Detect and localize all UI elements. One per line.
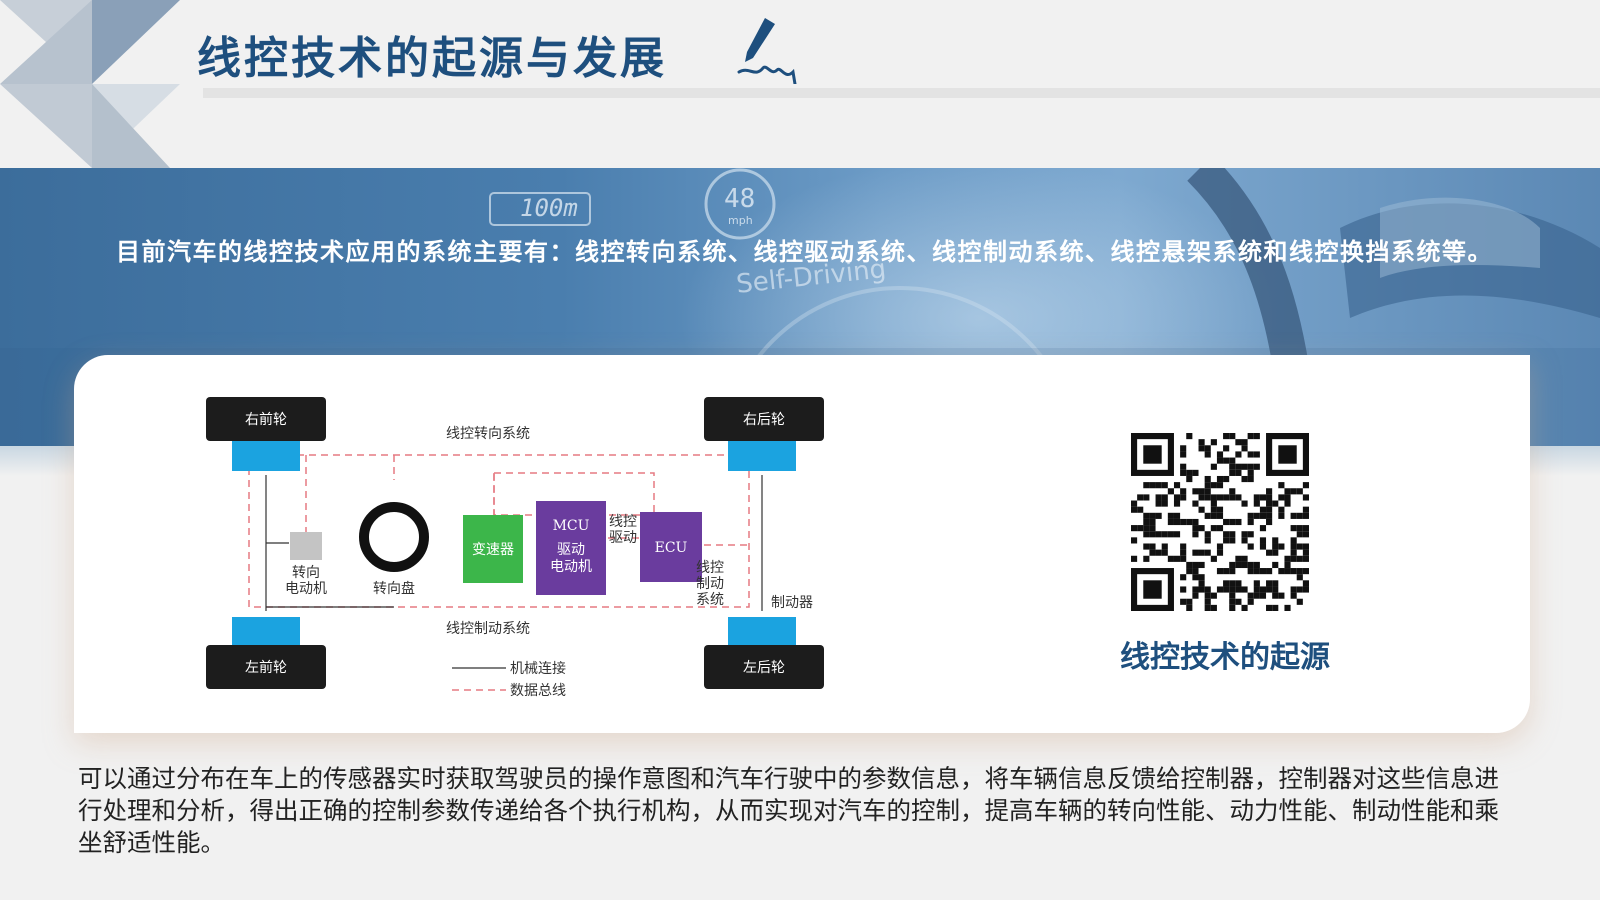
label-mcu-2: 驱动 (557, 542, 585, 558)
label-brake-ctrl-2: 制动 (696, 576, 724, 592)
banner-speed-unit: mph (728, 214, 753, 227)
label-mcu-3: 电动机 (550, 559, 592, 575)
title-underline (203, 88, 1600, 98)
label-legend-mech: 机械连接 (510, 660, 566, 677)
label-gearbox: 变速器 (472, 542, 514, 558)
banner-speed-gauge: 48 (724, 184, 756, 214)
wheel-rear-right (704, 397, 824, 471)
wheel-front-left (206, 617, 326, 689)
qr-caption: 线控技术的起源 (1120, 640, 1330, 675)
label-drive-1: 线控 (609, 514, 637, 530)
page-title: 线控技术的起源与发展 (197, 33, 667, 84)
label-wheel-rr: 右后轮 (743, 412, 785, 428)
wheel-rear-left (704, 617, 824, 689)
label-mcu-1: MCU (553, 518, 590, 534)
qr-code (1131, 433, 1309, 611)
wheel-front-right (206, 397, 326, 471)
pen-signature-icon (737, 18, 797, 84)
banner-speed-sign: 100m (520, 194, 578, 222)
label-brake: 制动器 (771, 595, 813, 611)
steering-wheel-icon (359, 502, 429, 572)
corner-decoration (0, 0, 180, 168)
label-wheel-fl: 左前轮 (245, 659, 287, 676)
body-paragraph: 可以通过分布在车上的传感器实时获取驾驶员的操作意图和汽车行驶中的参数信息，将车辆… (78, 764, 1499, 857)
label-drive-2: 驱动 (609, 530, 637, 546)
label-steer-motor-2: 电动机 (285, 581, 327, 597)
label-steer-system: 线控转向系统 (446, 426, 530, 442)
intro-text: 目前汽车的线控技术应用的系统主要有：线控转向系统、线控驱动系统、线控制动系统、线… (116, 238, 1493, 266)
diagram-card: 右前轮 右后轮 左前轮 左后轮 线控转向系统 线控制动系统 转向 电动机 转向盘… (74, 355, 1530, 733)
label-steering-wheel: 转向盘 (373, 580, 415, 597)
label-ecu: ECU (655, 540, 688, 556)
label-steer-motor-1: 转向 (292, 565, 320, 581)
label-brake-ctrl-3: 系统 (696, 592, 724, 608)
label-wheel-fr: 右前轮 (245, 411, 287, 428)
label-wheel-rl: 左后轮 (743, 660, 785, 676)
steer-motor-block (290, 532, 322, 560)
label-brake-ctrl-1: 线控 (696, 560, 724, 576)
label-brake-system: 线控制动系统 (446, 621, 530, 637)
wire-control-diagram: 右前轮 右后轮 左前轮 左后轮 线控转向系统 线控制动系统 转向 电动机 转向盘… (206, 397, 824, 699)
label-legend-bus: 数据总线 (510, 683, 566, 699)
